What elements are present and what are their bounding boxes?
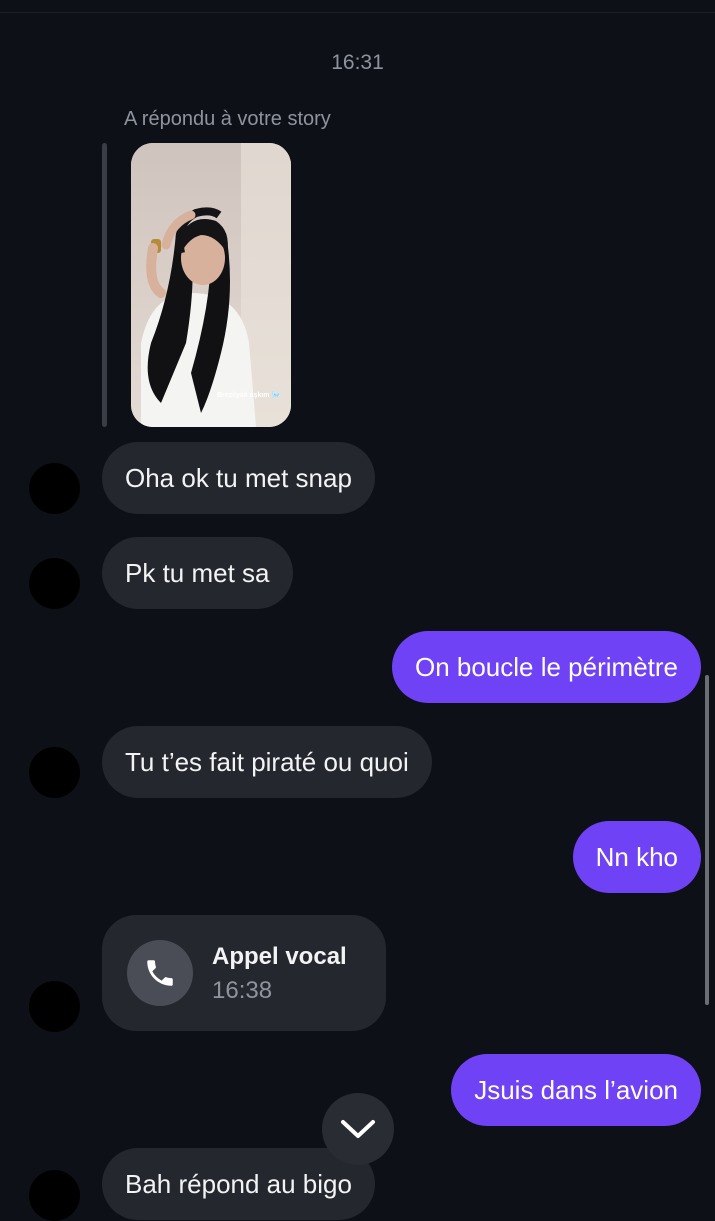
header-divider: [0, 12, 715, 13]
contact-avatar[interactable]: [29, 1170, 80, 1221]
phone-icon: [127, 940, 193, 1006]
story-photo: [131, 143, 291, 427]
call-time: 16:38: [212, 977, 273, 1004]
outgoing-message-bubble[interactable]: Jsuis dans l’avion: [451, 1054, 701, 1126]
chevron-down-icon: [341, 1120, 375, 1138]
scrollbar[interactable]: [705, 675, 709, 1005]
incoming-message-bubble[interactable]: Pk tu met sa: [102, 537, 293, 609]
call-title: Appel vocal: [212, 943, 347, 970]
contact-avatar[interactable]: [29, 981, 80, 1032]
outgoing-message-bubble[interactable]: Nn kho: [572, 821, 701, 893]
conversation-timestamp: 16:31: [331, 51, 384, 74]
contact-avatar[interactable]: [29, 463, 80, 514]
story-caption: Brezilyalı aşkım 🌬️: [217, 392, 281, 399]
incoming-message-bubble[interactable]: Oha ok tu met snap: [102, 442, 375, 514]
story-quote-bar: [102, 143, 107, 427]
outgoing-message-bubble[interactable]: On boucle le périmètre: [391, 631, 701, 703]
incoming-message-bubble[interactable]: Bah répond au bigo: [102, 1148, 375, 1220]
voice-call-card[interactable]: Appel vocal 16:38: [102, 915, 386, 1031]
scroll-to-bottom-button[interactable]: [322, 1093, 394, 1165]
story-thumbnail[interactable]: Brezilyalı aşkım 🌬️: [131, 143, 291, 427]
contact-avatar[interactable]: [29, 747, 80, 798]
incoming-message-bubble[interactable]: Tu t’es fait piraté ou quoi: [102, 726, 432, 798]
contact-avatar[interactable]: [29, 558, 80, 609]
story-reply-label: A répondu à votre story: [124, 108, 331, 130]
